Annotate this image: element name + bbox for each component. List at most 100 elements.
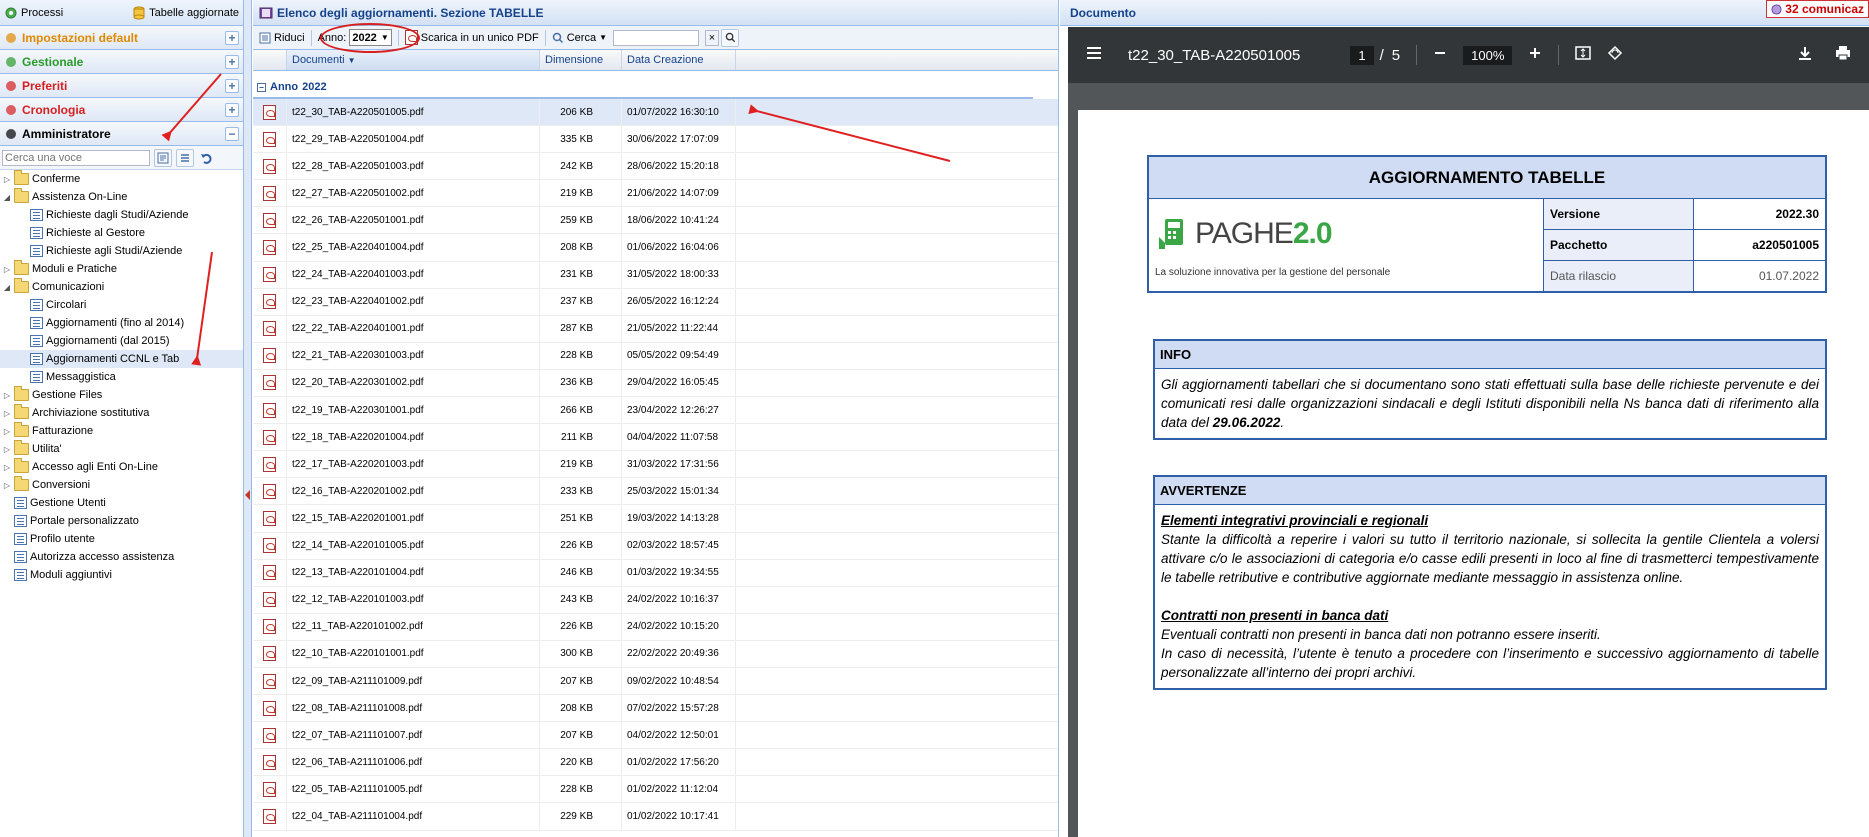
table-row[interactable]: t22_06_TAB-A211101006.pdf 220 KB 01/02/202… (253, 749, 1058, 777)
document-name-cell[interactable]: t22_04_TAB-A211101004.pdf (287, 803, 540, 830)
document-name-cell[interactable]: t22_28_TAB-A220501003.pdf (287, 153, 540, 180)
tree-item[interactable]: Autorizza accesso assistenza (0, 548, 243, 566)
table-row[interactable]: t22_08_TAB-A211101008.pdf 208 KB 07/02/202… (253, 695, 1058, 723)
table-row[interactable]: t22_20_TAB-A220301002.pdf 236 KB 29/04/202… (253, 369, 1058, 398)
print-icon[interactable] (1835, 45, 1851, 65)
document-name-cell[interactable]: t22_17_TAB-A220201003.pdf (287, 451, 540, 478)
table-row[interactable]: t22_29_TAB-A220501004.pdf 335 KB 30/06/202… (253, 126, 1058, 154)
expander-icon[interactable]: ▷ (3, 391, 11, 400)
table-row[interactable]: t22_05_TAB-A211101005.pdf 228 KB 01/02/202… (253, 776, 1058, 804)
riduci-button[interactable]: Riduci (259, 32, 305, 44)
accordion-toggle-button[interactable]: + (225, 30, 239, 45)
tree-item[interactable]: ◢ Assistenza On-Line (0, 188, 243, 206)
document-name-cell[interactable]: t22_19_TAB-A220301001.pdf (287, 397, 540, 424)
table-row[interactable]: t22_17_TAB-A220201003.pdf 219 KB 31/03/202… (253, 451, 1058, 479)
tree-item[interactable]: Gestione Utenti (0, 494, 243, 512)
search-go-button[interactable] (721, 28, 739, 47)
expander-icon[interactable]: ▷ (3, 175, 11, 184)
table-row[interactable]: t22_16_TAB-A220201002.pdf 233 KB 25/03/202… (253, 478, 1058, 506)
table-row[interactable]: t22_26_TAB-A220501001.pdf 259 KB 18/06/202… (253, 207, 1058, 235)
table-row[interactable]: t22_21_TAB-A220301003.pdf 228 KB 05/05/202… (253, 342, 1058, 370)
panel-splitter[interactable] (244, 0, 252, 837)
tree-item[interactable]: Messaggistica (0, 368, 243, 386)
accordion-item-cronologia[interactable]: Cronologia + (0, 98, 243, 122)
tree-item[interactable]: ▷ Utilita' (0, 440, 243, 458)
list-view-button[interactable] (176, 148, 194, 167)
table-row[interactable]: t22_27_TAB-A220501002.pdf 219 KB 21/06/202… (253, 180, 1058, 208)
column-header-dimensione[interactable]: Dimensione (540, 50, 622, 70)
accordion-toggle-button[interactable]: + (225, 78, 239, 93)
document-name-cell[interactable]: t22_11_TAB-A220101002.pdf (287, 613, 540, 640)
search-input[interactable] (613, 29, 699, 46)
tree-item[interactable]: Richieste dagli Studi/Aziende (0, 206, 243, 224)
zoom-in-icon[interactable] (1528, 46, 1542, 64)
expander-icon[interactable]: ▷ (3, 265, 11, 274)
expander-icon[interactable]: ▷ (3, 427, 11, 436)
expander-icon[interactable]: ▷ (3, 481, 11, 490)
group-toggle-icon[interactable]: − (257, 82, 266, 92)
table-row[interactable]: t22_14_TAB-A220101005.pdf 226 KB 02/03/202… (253, 532, 1058, 560)
filter-button[interactable] (154, 148, 172, 167)
table-row[interactable]: t22_25_TAB-A220401004.pdf 208 KB 01/06/202… (253, 234, 1058, 262)
table-row[interactable]: t22_10_TAB-A220101001.pdf 300 KB 22/02/202… (253, 640, 1058, 668)
document-name-cell[interactable]: t22_07_TAB-A211101007.pdf (287, 722, 540, 749)
expander-icon[interactable]: ▷ (3, 445, 11, 454)
table-row[interactable]: t22_30_TAB-A220501005.pdf 206 KB 01/07/202… (253, 99, 1058, 127)
table-row[interactable]: t22_11_TAB-A220101002.pdf 226 KB 24/02/202… (253, 613, 1058, 641)
document-name-cell[interactable]: t22_10_TAB-A220101001.pdf (287, 640, 540, 667)
expander-icon[interactable]: ▷ (3, 463, 11, 472)
table-row[interactable]: t22_22_TAB-A220401001.pdf 287 KB 21/05/202… (253, 315, 1058, 343)
expander-icon[interactable]: ◢ (3, 283, 11, 292)
tree-item[interactable]: ▷ Conversioni (0, 476, 243, 494)
tree-item[interactable]: ▷ Fatturazione (0, 422, 243, 440)
accordion-toggle-button[interactable]: − (225, 126, 239, 141)
accordion-item-amministratore[interactable]: Amministratore − (0, 122, 243, 146)
accordion-item-preferiti[interactable]: Preferiti + (0, 74, 243, 98)
processi-button[interactable]: Processi (0, 6, 67, 20)
rotate-icon[interactable] (1607, 45, 1623, 65)
clear-search-button[interactable]: × (705, 29, 719, 46)
document-name-cell[interactable]: t22_29_TAB-A220501004.pdf (287, 126, 540, 153)
tree-item[interactable]: ▷ Moduli e Pratiche (0, 260, 243, 278)
tree-item[interactable]: Circolari (0, 296, 243, 314)
tree-search-input[interactable] (2, 149, 150, 166)
table-row[interactable]: t22_18_TAB-A220201004.pdf 211 KB 04/04/202… (253, 424, 1058, 452)
tree-item[interactable]: Richieste al Gestore (0, 224, 243, 242)
tabelle-aggiornate-button[interactable]: Tabelle aggiornate (128, 6, 243, 20)
zoom-out-icon[interactable] (1433, 46, 1447, 64)
document-name-cell[interactable]: t22_26_TAB-A220501001.pdf (287, 207, 540, 234)
table-row[interactable]: t22_23_TAB-A220401002.pdf 237 KB 26/05/202… (253, 288, 1058, 316)
expander-icon[interactable]: ▷ (3, 409, 11, 418)
document-name-cell[interactable]: t22_27_TAB-A220501002.pdf (287, 180, 540, 207)
tree-item[interactable]: ▷ Archiviazione sostitutiva (0, 404, 243, 422)
accordion-item-gestionale[interactable]: Gestionale + (0, 50, 243, 74)
document-name-cell[interactable]: t22_06_TAB-A211101006.pdf (287, 749, 540, 776)
tree-item[interactable]: Moduli aggiuntivi (0, 566, 243, 584)
table-row[interactable]: t22_12_TAB-A220101003.pdf 243 KB 24/02/202… (253, 586, 1058, 614)
download-icon[interactable] (1797, 45, 1813, 65)
tree-item[interactable]: Aggiornamenti (fino al 2014) (0, 314, 243, 332)
tree-item[interactable]: Aggiornamenti (dal 2015) (0, 332, 243, 350)
tree-item[interactable]: Aggiornamenti CCNL e Tab (0, 350, 243, 368)
tree-item[interactable]: Richieste agli Studi/Aziende (0, 242, 243, 260)
table-row[interactable]: t22_09_TAB-A211101009.pdf 207 KB 09/02/202… (253, 667, 1058, 696)
page-number-input[interactable]: 1 (1350, 45, 1374, 65)
document-name-cell[interactable]: t22_23_TAB-A220401002.pdf (287, 288, 540, 315)
tree-item[interactable]: ▷ Conferme (0, 170, 243, 188)
fit-page-icon[interactable] (1575, 45, 1592, 65)
expander-icon[interactable]: ◢ (3, 193, 11, 202)
collapse-arrow-icon[interactable] (245, 490, 250, 500)
document-name-cell[interactable]: t22_18_TAB-A220201004.pdf (287, 424, 540, 451)
table-row[interactable]: t22_15_TAB-A220201001.pdf 251 KB 19/03/202… (253, 505, 1058, 533)
document-name-cell[interactable]: t22_12_TAB-A220101003.pdf (287, 586, 540, 613)
document-name-cell[interactable]: t22_21_TAB-A220301003.pdf (287, 342, 540, 369)
refresh-button[interactable] (198, 149, 216, 167)
document-name-cell[interactable]: t22_16_TAB-A220201002.pdf (287, 478, 540, 505)
table-row[interactable]: t22_04_TAB-A211101004.pdf 229 KB 01/02/202… (253, 803, 1058, 831)
accordion-toggle-button[interactable]: + (225, 54, 239, 69)
document-name-cell[interactable]: t22_24_TAB-A220401003.pdf (287, 261, 540, 288)
document-name-cell[interactable]: t22_25_TAB-A220401004.pdf (287, 234, 540, 261)
document-name-cell[interactable]: t22_22_TAB-A220401001.pdf (287, 315, 540, 342)
scarica-pdf-button[interactable]: Scarica in un unico PDF (404, 30, 539, 45)
table-row[interactable]: t22_19_TAB-A220301001.pdf 266 KB 23/04/202… (253, 397, 1058, 425)
